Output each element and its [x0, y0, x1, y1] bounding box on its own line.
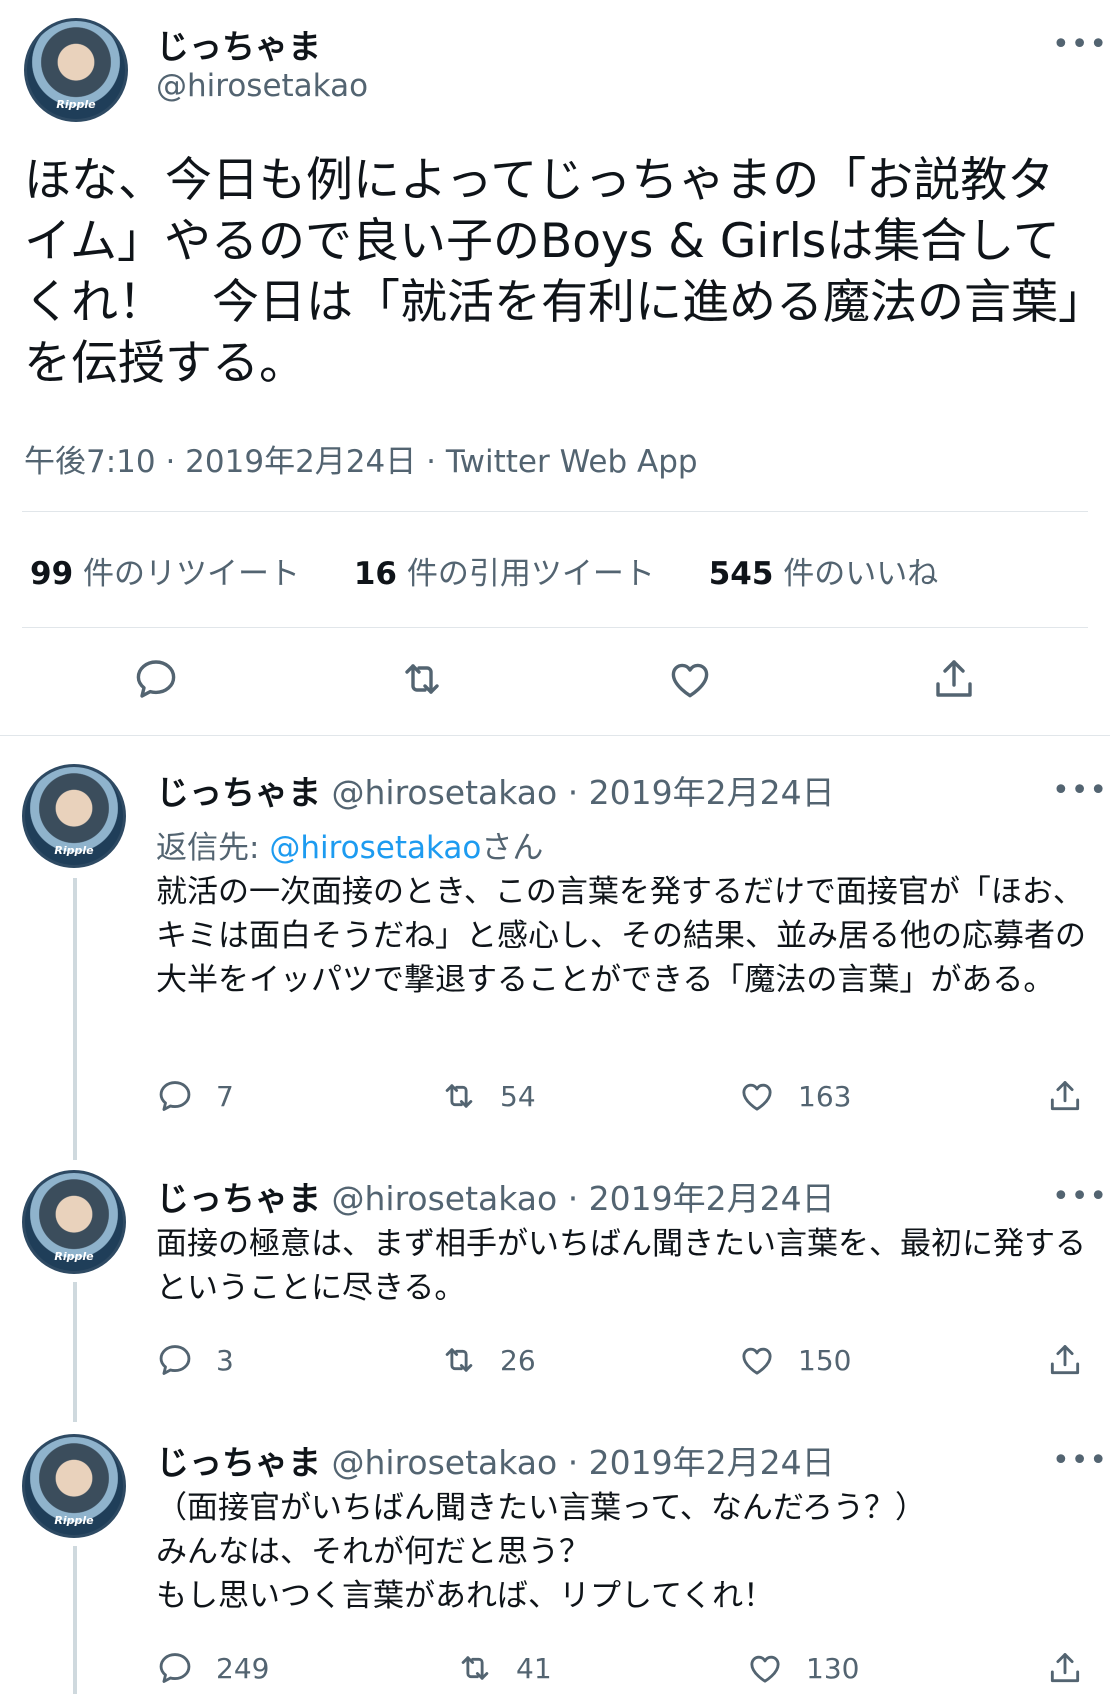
share-icon	[1050, 1653, 1080, 1683]
like-count: 545	[708, 556, 774, 592]
reply-to-suffix: さん	[481, 830, 544, 866]
author-name[interactable]: じっちゃま	[156, 773, 321, 812]
divider	[22, 627, 1088, 628]
reply-text-line: みんなは、それが何だと思う？	[156, 1534, 590, 1570]
like-icon	[742, 1347, 772, 1375]
reply-button[interactable]: 7	[156, 1074, 234, 1118]
retweet-button[interactable]: 54	[440, 1074, 536, 1118]
like-button[interactable]: 150	[738, 1338, 851, 1382]
like-count-link[interactable]: 545 件のいいね	[709, 548, 939, 593]
reply-icon	[159, 1345, 191, 1375]
tweet-source-app[interactable]: Twitter Web App	[446, 444, 698, 480]
like-count: 150	[798, 1343, 852, 1377]
quote-count-label: 件の引用ツイート	[397, 556, 655, 592]
reply-to-mention[interactable]: @hirosetakao	[269, 830, 481, 866]
avatar[interactable]: Ripple	[22, 1434, 126, 1538]
author-handle-date[interactable]: @hirosetakao · 2019年2月24日	[321, 1443, 834, 1482]
like-icon	[742, 1083, 772, 1111]
retweet-icon	[445, 1348, 473, 1372]
like-count: 163	[798, 1079, 852, 1113]
thread-connector	[73, 1282, 77, 1422]
reply-action-bar: 249 41 130	[156, 1646, 1096, 1690]
avatar[interactable]: Ripple	[22, 764, 126, 868]
thread-connector	[73, 1546, 77, 1694]
retweet-count: 99	[30, 556, 74, 592]
tweet-action-bar	[0, 655, 1110, 711]
avatar[interactable]: Ripple	[24, 18, 128, 122]
avatar-badge-text: Ripple	[56, 98, 96, 112]
avatar[interactable]: Ripple	[22, 1170, 126, 1274]
reply-action-bar: 3 26 150	[156, 1338, 1096, 1382]
reply-text-line: もし思いつく言葉があれば、リプしてくれ！	[156, 1578, 775, 1614]
like-icon	[750, 1655, 780, 1683]
avatar-badge-text: Ripple	[54, 1250, 94, 1264]
reply-text-line: （面接官がいちばん聞きたい言葉って、なんだろう？）	[156, 1490, 927, 1526]
reply-icon	[159, 1081, 191, 1111]
tweet-text: ほな、今日も例によってじっちゃまの「お説教タイム」やるので良い子のBoys & …	[24, 153, 1082, 391]
retweet-icon	[445, 1084, 473, 1108]
share-icon[interactable]	[930, 655, 978, 703]
more-icon[interactable]: •••	[1052, 776, 1108, 806]
avatar-badge-text: Ripple	[54, 844, 94, 858]
like-count-label: 件のいいね	[773, 556, 939, 592]
reply-header: じっちゃま @hirosetakao · 2019年2月24日	[156, 1172, 835, 1220]
author-name[interactable]: じっちゃま	[156, 20, 321, 68]
retweet-count-label: 件のリツイート	[73, 556, 300, 592]
reply-text: 就活の一次面接のとき、この言葉を発するだけで面接官が「ほお、キミは面白そうだね」…	[156, 874, 1086, 998]
retweet-count: 26	[500, 1343, 536, 1377]
retweet-count: 54	[500, 1079, 536, 1113]
reply-count: 249	[216, 1651, 270, 1685]
quote-count-link[interactable]: 16 件の引用ツイート	[354, 548, 655, 593]
tweet-time[interactable]: 午後7:10 · 2019年2月24日 ·	[24, 444, 446, 480]
like-count: 130	[806, 1651, 860, 1685]
like-button[interactable]: 130	[746, 1646, 859, 1690]
share-icon	[1050, 1081, 1080, 1111]
reply-button[interactable]: 249	[156, 1646, 269, 1690]
author-handle[interactable]: @hirosetakao	[156, 68, 368, 104]
quote-count: 16	[353, 556, 397, 592]
author-name[interactable]: じっちゃま	[156, 1443, 321, 1482]
reply-header: じっちゃま @hirosetakao · 2019年2月24日	[156, 1436, 835, 1484]
retweet-count-link[interactable]: 99 件のリツイート	[30, 548, 300, 593]
more-icon[interactable]: •••	[1052, 1446, 1108, 1476]
reply-to: 返信先: @hirosetakaoさん	[156, 822, 543, 867]
share-button[interactable]	[1046, 1338, 1084, 1382]
divider	[22, 511, 1088, 512]
divider	[0, 735, 1110, 736]
retweet-count: 41	[516, 1651, 552, 1685]
reply-count: 7	[216, 1079, 234, 1113]
thread-connector	[73, 878, 77, 1160]
reply-count: 3	[216, 1343, 234, 1377]
reply-text: （面接官がいちばん聞きたい言葉って、なんだろう？） みんなは、それが何だと思う？…	[156, 1486, 1096, 1618]
author-handle-date[interactable]: @hirosetakao · 2019年2月24日	[321, 773, 834, 812]
share-icon	[1050, 1345, 1080, 1375]
reply-button[interactable]: 3	[156, 1338, 234, 1382]
tweet-detail-page: Ripple じっちゃま @hirosetakao ••• ほな、今日も例によっ…	[0, 0, 1110, 1694]
like-icon[interactable]	[666, 655, 714, 703]
retweet-button[interactable]: 26	[440, 1338, 536, 1382]
author-handle-date[interactable]: @hirosetakao · 2019年2月24日	[321, 1179, 834, 1218]
author-name[interactable]: じっちゃま	[156, 1179, 321, 1218]
reply-header: じっちゃま @hirosetakao · 2019年2月24日	[156, 766, 835, 814]
tweet-stats: 99 件のリツイート 16 件の引用ツイート 545 件のいいね	[30, 548, 982, 593]
retweet-icon[interactable]	[398, 655, 446, 703]
avatar-badge-text: Ripple	[54, 1514, 94, 1528]
reply-icon	[159, 1653, 191, 1683]
tweet-timestamp: 午後7:10 · 2019年2月24日 · Twitter Web App	[24, 436, 698, 481]
retweet-icon	[461, 1656, 489, 1680]
reply-action-bar: 7 54 163	[156, 1074, 1096, 1118]
reply-icon[interactable]	[132, 655, 180, 703]
more-icon[interactable]: •••	[1052, 1182, 1108, 1212]
more-icon[interactable]: •••	[1052, 30, 1108, 60]
like-button[interactable]: 163	[738, 1074, 851, 1118]
retweet-button[interactable]: 41	[456, 1646, 552, 1690]
reply-text: 面接の極意は、まず相手がいちばん聞きたい言葉を、最初に発するということに尽きる。	[156, 1226, 1086, 1306]
share-button[interactable]	[1046, 1074, 1084, 1118]
reply-to-label: 返信先:	[156, 830, 270, 866]
share-button[interactable]	[1046, 1646, 1084, 1690]
